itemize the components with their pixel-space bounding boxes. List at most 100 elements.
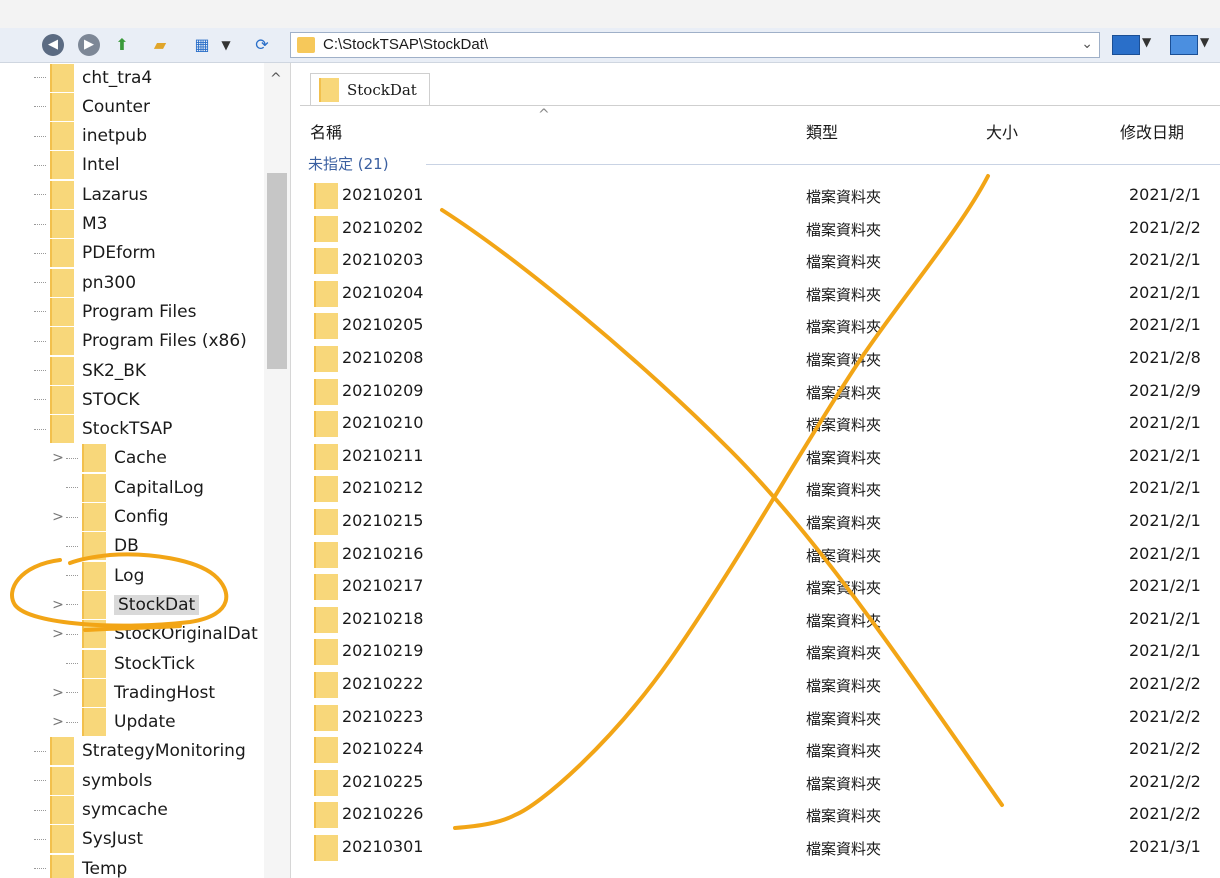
chevron-right-icon[interactable]: >: [50, 626, 66, 642]
scroll-up-icon[interactable]: ^: [270, 71, 282, 87]
tree-item[interactable]: M3: [34, 210, 107, 239]
tree-scrollbar[interactable]: ^: [264, 63, 290, 878]
tree-item[interactable]: PDEform: [34, 239, 156, 268]
view-mode-icon[interactable]: [1112, 35, 1140, 55]
file-row[interactable]: 20210216 檔案資料夾 2021/2/1: [300, 538, 1220, 570]
chevron-right-icon[interactable]: >: [50, 597, 66, 613]
file-row[interactable]: 20210218 檔案資料夾 2021/2/1: [300, 603, 1220, 635]
tree-item[interactable]: Intel: [34, 151, 120, 180]
tree-item[interactable]: pn300: [34, 268, 136, 297]
file-row[interactable]: 20210225 檔案資料夾 2021/2/2: [300, 766, 1220, 798]
tree-item[interactable]: DB: [50, 532, 139, 561]
file-row[interactable]: 20210203 檔案資料夾 2021/2/1: [300, 244, 1220, 276]
file-row[interactable]: 20210205 檔案資料夾 2021/2/1: [300, 309, 1220, 341]
column-header-name[interactable]: 名稱: [310, 119, 342, 143]
file-row[interactable]: 20210204 檔案資料夾 2021/2/1: [300, 277, 1220, 309]
tree-item[interactable]: Counter: [34, 92, 150, 121]
up-folder-icon[interactable]: ⬆: [112, 35, 132, 55]
view-dropdown-icon[interactable]: ▼: [216, 35, 236, 55]
tree-item[interactable]: Log: [50, 561, 144, 590]
tree-connector: [34, 135, 46, 137]
tree-connector: [66, 545, 78, 547]
tree-item[interactable]: Program Files (x86): [34, 327, 247, 356]
tree-item[interactable]: cht_tra4: [34, 63, 152, 92]
file-row[interactable]: 20210210 檔案資料夾 2021/2/1: [300, 407, 1220, 439]
file-row[interactable]: 20210212 檔案資料夾 2021/2/1: [300, 472, 1220, 504]
folder-icon: [50, 63, 74, 92]
file-row[interactable]: 20210208 檔案資料夾 2021/2/8: [300, 342, 1220, 374]
chevron-down-icon[interactable]: ⌄: [1081, 36, 1093, 52]
folder-icon: [50, 151, 74, 180]
tree-item-label: pn300: [82, 272, 137, 293]
file-name: 20210218: [342, 608, 424, 628]
file-row[interactable]: 20210215 檔案資料夾 2021/2/1: [300, 505, 1220, 537]
tree-item-label: CapitalLog: [114, 477, 204, 498]
chevron-right-icon[interactable]: >: [50, 509, 66, 525]
file-row[interactable]: 20210209 檔案資料夾 2021/2/9: [300, 375, 1220, 407]
tree-item[interactable]: > StockDat: [50, 590, 200, 619]
refresh-icon[interactable]: ⟳: [252, 35, 272, 55]
tree-item[interactable]: STOCK: [34, 385, 140, 414]
folder-icon: [314, 476, 338, 503]
file-type: 檔案資料夾: [806, 253, 882, 272]
tree-item[interactable]: StockTick: [50, 649, 195, 678]
group-header[interactable]: 未指定 (21): [308, 153, 389, 174]
file-name: 20210202: [342, 217, 424, 237]
tree-scrollbar-thumb[interactable]: [267, 173, 287, 369]
file-row[interactable]: 20210211 檔案資料夾 2021/2/1: [300, 440, 1220, 472]
file-row[interactable]: 20210222 檔案資料夾 2021/2/2: [300, 668, 1220, 700]
chevron-right-icon[interactable]: >: [50, 450, 66, 466]
tree-item[interactable]: SysJust: [34, 825, 143, 854]
tree-item[interactable]: symcache: [34, 796, 168, 825]
folder-icon: [50, 737, 74, 766]
tab-stockdat[interactable]: StockDat: [310, 73, 430, 106]
column-header-date[interactable]: 修改日期: [1120, 119, 1184, 143]
file-row[interactable]: 20210223 檔案資料夾 2021/2/2: [300, 701, 1220, 733]
tree-item[interactable]: > StockOriginalDat: [50, 620, 258, 649]
tree-item-label: Program Files (x86): [82, 331, 247, 352]
tree-item[interactable]: CapitalLog: [50, 473, 204, 502]
back-icon[interactable]: ◀: [42, 34, 64, 56]
tree-item[interactable]: > TradingHost: [50, 678, 215, 707]
folder-icon: [314, 737, 338, 764]
folder-icon: [50, 122, 74, 151]
forward-icon[interactable]: ▶: [78, 34, 100, 56]
tree-item[interactable]: StockTSAP: [34, 415, 172, 444]
column-header-size[interactable]: 大小: [986, 119, 1018, 143]
new-folder-icon[interactable]: ▰: [150, 35, 170, 55]
tree-item-label: inetpub: [82, 126, 147, 147]
file-row[interactable]: 20210219 檔案資料夾 2021/2/1: [300, 635, 1220, 667]
preview-pane-icon[interactable]: [1170, 35, 1198, 55]
file-row[interactable]: 20210224 檔案資料夾 2021/2/2: [300, 733, 1220, 765]
file-type: 檔案資料夾: [806, 318, 882, 337]
folder-icon: [50, 356, 74, 385]
file-row[interactable]: 20210217 檔案資料夾 2021/2/1: [300, 570, 1220, 602]
file-date: 2021/2/2: [1129, 706, 1201, 726]
preview-dropdown-icon[interactable]: ▼: [1200, 35, 1209, 49]
tree-item-label: symbols: [82, 770, 153, 791]
file-row[interactable]: 20210202 檔案資料夾 2021/2/2: [300, 212, 1220, 244]
tree-item-label: Temp: [82, 858, 128, 878]
tree-item[interactable]: StrategyMonitoring: [34, 737, 246, 766]
folder-icon: [82, 503, 106, 531]
chevron-right-icon[interactable]: >: [50, 685, 66, 701]
chevron-right-icon[interactable]: >: [50, 714, 66, 730]
folder-icon: [314, 378, 338, 405]
tree-connector: [34, 282, 46, 284]
tree-item[interactable]: > Cache: [50, 444, 167, 473]
file-row[interactable]: 20210226 檔案資料夾 2021/2/2: [300, 798, 1220, 830]
tree-item[interactable]: symbols: [34, 766, 152, 795]
tree-item[interactable]: Program Files: [34, 297, 196, 326]
tree-item[interactable]: > Update: [50, 708, 176, 737]
file-row[interactable]: 20210201 檔案資料夾 2021/2/1: [300, 179, 1220, 211]
address-bar[interactable]: C:\StockTSAP\StockDat\ ⌄: [290, 32, 1100, 58]
view-mode-dropdown-icon[interactable]: ▼: [1142, 35, 1151, 49]
file-row[interactable]: 20210301 檔案資料夾 2021/3/1: [300, 831, 1220, 863]
tree-item[interactable]: inetpub: [34, 122, 147, 151]
tree-item[interactable]: SK2_BK: [34, 356, 146, 385]
tree-item[interactable]: Temp: [34, 854, 127, 878]
column-header-type[interactable]: 類型: [806, 119, 838, 143]
view-icon[interactable]: ▦: [192, 35, 212, 55]
tree-item[interactable]: > Config: [50, 503, 169, 532]
tree-item[interactable]: Lazarus: [34, 180, 148, 209]
